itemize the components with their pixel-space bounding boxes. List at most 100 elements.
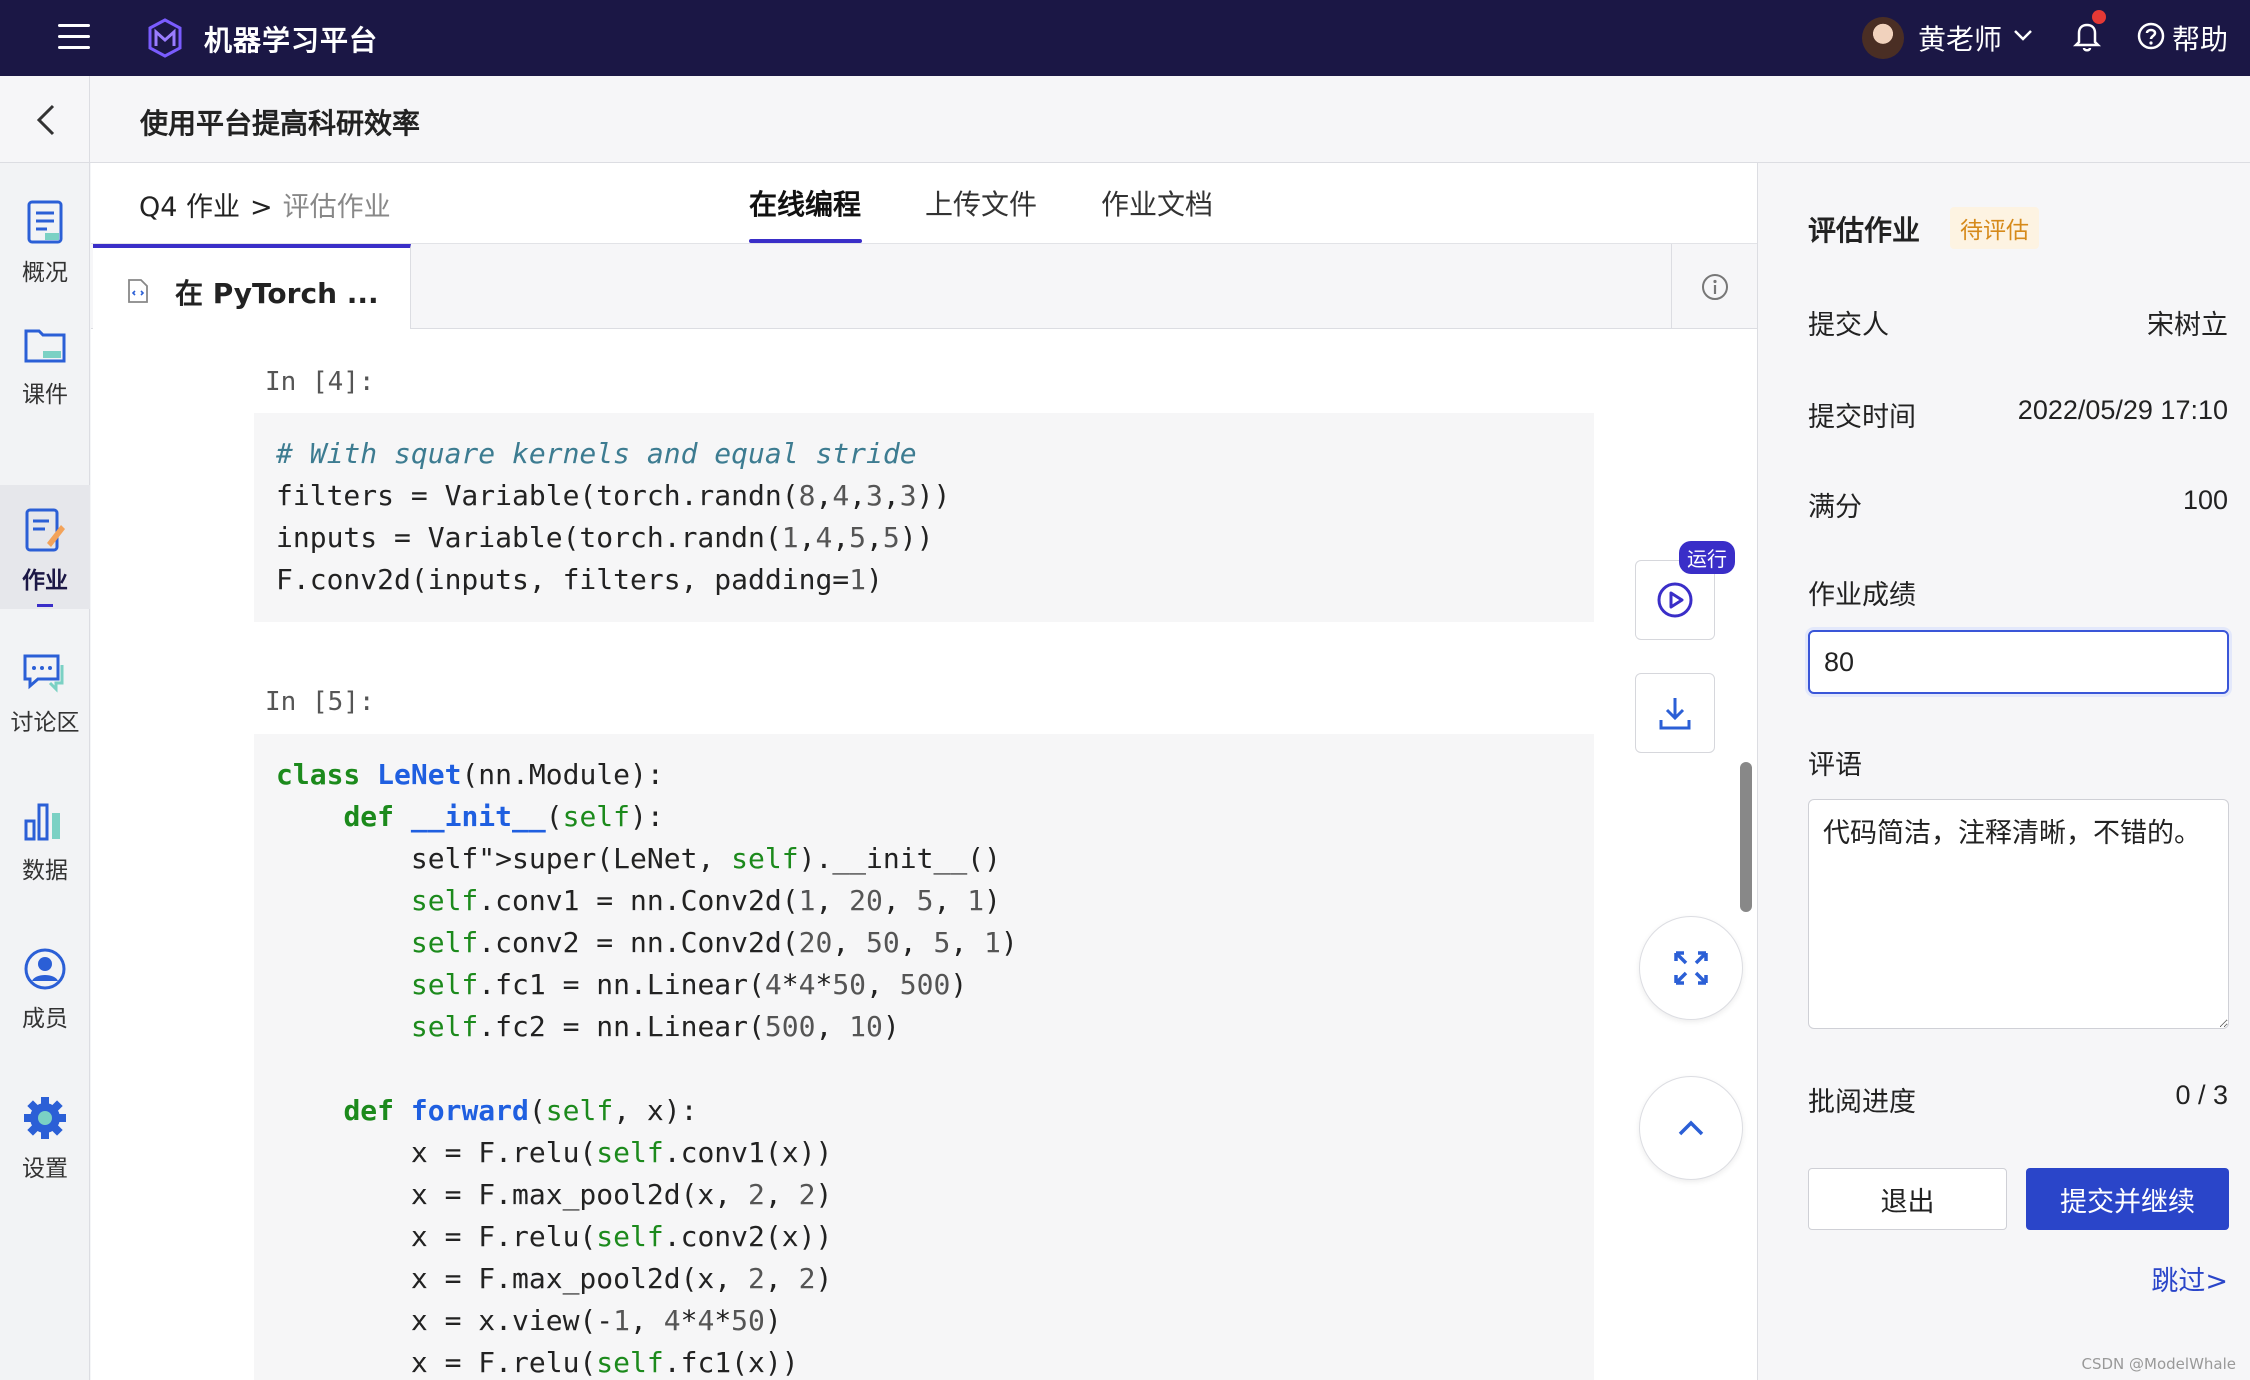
submitter-label: 提交人 <box>1808 310 1889 341</box>
sidebar-item-members[interactable]: 成员 <box>0 925 90 1049</box>
page-title: 使用平台提高科研效率 <box>140 107 421 140</box>
scroll-top-button[interactable] <box>1639 1076 1743 1180</box>
sidebar-item-label: 成员 <box>22 1006 68 1032</box>
user-name[interactable]: 黄老师 <box>1918 18 2002 58</box>
code-cell-5[interactable]: class LeNet(nn.Module): def __init__(sel… <box>254 734 1594 1380</box>
tab-assignment-doc[interactable]: 作业文档 <box>1101 183 1213 223</box>
grading-panel: 评估作业 待评估 提交人 宋树立 提交时间 2022/05/29 17:10 满… <box>1757 163 2250 1380</box>
file-tab[interactable]: 在 PyTorch ... <box>93 244 411 330</box>
sidebar-item-discussion[interactable]: 讨论区 <box>0 629 90 753</box>
back-button[interactable] <box>0 76 90 163</box>
comment-textarea[interactable]: 代码简洁，注释清晰，不错的。 <box>1808 799 2229 1029</box>
sidebar-item-overview[interactable]: 概况 <box>0 177 90 301</box>
info-icon <box>1701 274 1728 300</box>
submit-time-label: 提交时间 <box>1808 402 1916 433</box>
submit-continue-button[interactable]: 提交并继续 <box>2026 1168 2229 1230</box>
help-link[interactable]: 帮助 <box>2172 18 2228 58</box>
code-line: x = F.max_pool2d(x, 2, 2) <box>276 1178 833 1211</box>
comment-label: 评语 <box>1808 750 1862 781</box>
code-line: x = F.max_pool2d(x, 2, 2) <box>276 1262 833 1295</box>
code-line: # With square kernels and equal stride <box>276 437 917 470</box>
code-line: x = F.relu(self.conv2(x)) <box>276 1220 833 1253</box>
data-chart-icon <box>24 803 60 841</box>
chevron-up-icon <box>1678 1120 1704 1136</box>
scrollbar[interactable] <box>1740 762 1752 912</box>
member-icon <box>24 948 66 990</box>
assignment-icon <box>25 508 65 552</box>
code-line: self.conv1 = nn.Conv2d(1, 20, 5, 1) <box>410 884 1001 917</box>
tab-online-coding[interactable]: 在线编程 <box>749 183 861 223</box>
download-icon <box>1659 698 1691 730</box>
watermark: CSDN @ModelWhale <box>2081 1355 2237 1373</box>
sidebar-item-settings[interactable]: 设置 <box>0 1073 90 1197</box>
code-line: self.fc1 = nn.Linear(4*4*50, 500) <box>410 968 968 1001</box>
fullscreen-button[interactable] <box>1639 916 1743 1020</box>
tab-upload-file[interactable]: 上传文件 <box>925 183 1037 223</box>
sidebar-item-data[interactable]: 数据 <box>0 777 90 901</box>
code-line: inputs = Variable(torch.randn(1,4,5,5)) <box>276 521 934 554</box>
app-title: 机器学习平台 <box>204 24 379 57</box>
code-line: def __init__(self): <box>343 800 664 833</box>
cell-prompt: In [4]: <box>265 367 375 397</box>
submitter-value: 宋树立 <box>2147 310 2228 341</box>
gear-icon <box>24 1097 66 1139</box>
help-icon[interactable] <box>2136 21 2166 51</box>
code-line: def forward(self, x): <box>343 1094 698 1127</box>
code-line: self.conv2 = nn.Conv2d(20, 50, 5, 1) <box>410 926 1018 959</box>
file-tab-name: 在 PyTorch ... <box>175 277 379 310</box>
progress-label: 批阅进度 <box>1808 1087 1916 1118</box>
notification-dot <box>2092 10 2106 24</box>
grade-label: 作业成绩 <box>1808 580 1916 611</box>
full-score-value: 100 <box>2182 485 2228 515</box>
code-line: x = F.relu(self.conv1(x)) <box>276 1136 833 1169</box>
top-bar: 机器学习平台 黄老师 帮助 <box>0 0 2250 76</box>
code-line: class LeNet(nn.Module): <box>276 758 664 791</box>
progress-value: 0 / 3 <box>2175 1080 2228 1110</box>
code-line: self.fc2 = nn.Linear(500, 10) <box>410 1010 900 1043</box>
menu-icon[interactable] <box>58 24 90 50</box>
active-indicator <box>37 604 53 607</box>
code-line: filters = Variable(torch.randn(8,4,3,3)) <box>276 479 951 512</box>
exit-button[interactable]: 退出 <box>1808 1168 2007 1230</box>
breadcrumb-parent[interactable]: Q4 作业 <box>139 192 240 223</box>
discussion-icon <box>23 654 64 693</box>
avatar[interactable] <box>1862 17 1904 59</box>
download-button[interactable] <box>1635 673 1715 753</box>
breadcrumb: Q4 作业 > 评估作业 <box>139 185 391 224</box>
sidebar-item-label: 作业 <box>22 568 68 594</box>
status-badge: 待评估 <box>1950 207 2039 249</box>
file-tab-bar: 在 PyTorch ... <box>91 243 1757 330</box>
code-cell-4[interactable]: # With square kernels and equal stride f… <box>254 413 1594 622</box>
sidebar-item-label: 设置 <box>22 1156 68 1182</box>
chevron-down-icon[interactable] <box>2012 24 2034 46</box>
page-header: 使用平台提高科研效率 <box>0 76 2250 163</box>
code-line: x = x.view(-1, 4*4*50) <box>276 1304 782 1337</box>
sidebar-item-label: 数据 <box>22 858 68 884</box>
skip-link[interactable]: 跳过> <box>2151 1259 2228 1298</box>
grade-input[interactable] <box>1808 630 2229 694</box>
sidebar-item-assignment[interactable]: 作业 <box>0 485 90 609</box>
play-icon <box>1657 582 1693 618</box>
notebook-file-icon <box>128 279 148 303</box>
sidebar-item-courseware[interactable]: 课件 <box>0 301 90 425</box>
panel-title: 评估作业 <box>1808 214 1921 247</box>
fullscreen-icon <box>1674 951 1708 985</box>
code-line: self">super(LeNet, self).__init__() <box>410 842 1001 875</box>
breadcrumb-separator: > <box>250 192 273 223</box>
breadcrumb-current: 评估作业 <box>282 192 391 223</box>
submit-time-value: 2022/05/29 17:10 <box>2017 395 2228 425</box>
cell-prompt: In [5]: <box>265 687 375 717</box>
notebook-area: In [4]: # With square kernels and equal … <box>91 329 1757 1380</box>
sidebar-item-label: 课件 <box>22 382 68 408</box>
sidebar-item-label: 概况 <box>22 260 68 286</box>
main-content: Q4 作业 > 评估作业 在线编程 上传文件 作业文档 在 PyTorch ... … <box>91 163 1757 1380</box>
code-line: x = F.relu(self.fc1(x)) <box>276 1346 799 1379</box>
code-line: F.conv2d(inputs, filters, padding=1) <box>276 563 883 596</box>
info-button[interactable] <box>1671 244 1757 330</box>
run-badge: 运行 <box>1679 541 1735 574</box>
full-score-label: 满分 <box>1808 492 1862 523</box>
overview-icon <box>27 200 63 244</box>
sidebar-item-label: 讨论区 <box>10 710 80 736</box>
left-sidebar: 概况 课件 作业 讨论区 数据 成员 设置 <box>0 163 90 1380</box>
folder-icon <box>24 329 66 363</box>
